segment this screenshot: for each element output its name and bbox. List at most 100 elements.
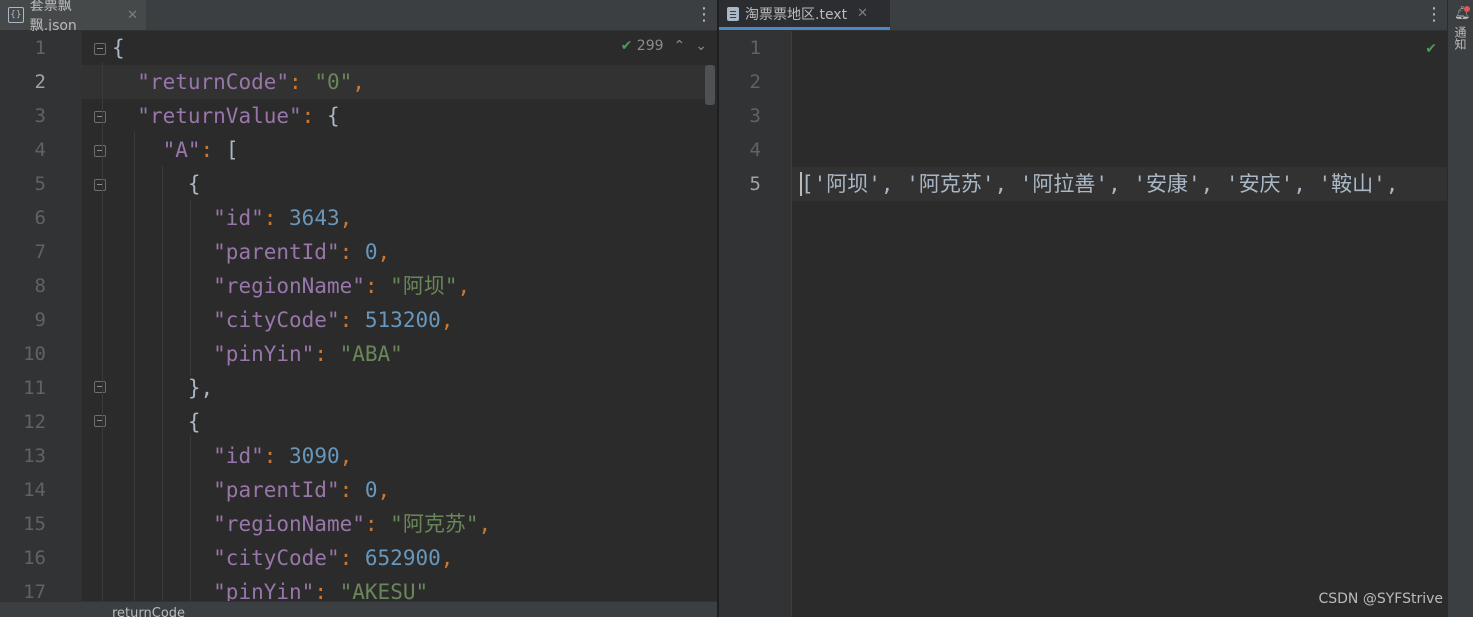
close-icon[interactable]: ✕ [127, 8, 138, 23]
line-number: 12 [23, 411, 46, 433]
json-key: "id" [213, 444, 264, 468]
line-number-current: 2 [34, 71, 46, 93]
code-line-15[interactable]: "regionName": "阿克苏", [112, 507, 491, 541]
code-line-6[interactable]: "id": 3643, [112, 201, 352, 235]
right-tab-bar: 淘票票地区.text ✕ ⋮ [719, 0, 1447, 31]
code-line-7[interactable]: "parentId": 0, [112, 235, 390, 269]
json-number: 0 [364, 240, 378, 264]
tab-json-file[interactable]: {} 套票飘飘.json ✕ [0, 0, 146, 34]
json-string: "阿坝" [390, 274, 458, 298]
json-key: "A" [162, 138, 201, 162]
fold-marker-icon[interactable] [94, 179, 106, 191]
code-line-13[interactable]: "id": 3090, [112, 439, 352, 473]
more-options-icon[interactable]: ⋮ [695, 4, 713, 26]
notifications-strip: 🔔︎ 通知 [1447, 0, 1473, 617]
code-line-9[interactable]: "cityCode": 513200, [112, 303, 453, 337]
line-number: 4 [749, 139, 761, 161]
json-number: 3643 [289, 206, 340, 230]
close-icon[interactable]: ✕ [857, 6, 868, 21]
chevron-up-icon[interactable]: ⌃ [674, 38, 686, 54]
line-number: 14 [23, 479, 46, 501]
line-number-current: 5 [749, 173, 761, 195]
line-number: 5 [34, 173, 46, 195]
brace: { [112, 36, 125, 60]
code-line-3[interactable]: "returnValue": { [112, 99, 340, 133]
code-line-8[interactable]: "regionName": "阿坝", [112, 269, 470, 303]
tab-label: 套票飘飘.json [29, 0, 77, 34]
vertical-scrollbar[interactable] [705, 65, 715, 105]
brace: { [187, 410, 201, 434]
json-key: "regionName" [213, 512, 365, 536]
code-line-10[interactable]: "pinYin": "ABA" [112, 337, 403, 371]
code-line-16[interactable]: "cityCode": 652900, [112, 541, 453, 575]
brace: }, [187, 376, 214, 400]
check-icon: ✔ [620, 38, 633, 54]
code-line-5[interactable]: { [112, 167, 201, 201]
line-number: 9 [34, 309, 46, 331]
fold-marker-icon[interactable] [94, 145, 106, 157]
code-line-1[interactable]: { [112, 31, 125, 65]
json-file-icon: {} [8, 7, 24, 23]
line-number: 8 [34, 275, 46, 297]
fold-marker-icon[interactable] [94, 381, 106, 393]
chevron-down-icon[interactable]: ⌄ [695, 38, 707, 54]
line-number: 3 [34, 105, 46, 127]
json-number: 3090 [289, 444, 340, 468]
fold-marker-icon[interactable] [94, 43, 106, 55]
line-number: 10 [23, 343, 46, 365]
json-number: 0 [364, 478, 378, 502]
brace: { [326, 104, 340, 128]
notifications-label[interactable]: 通知 [1453, 26, 1469, 50]
json-key: "parentId" [213, 240, 340, 264]
fold-marker-icon[interactable] [94, 111, 106, 123]
notification-dot [1464, 6, 1470, 12]
line-number: 13 [23, 445, 46, 467]
brace: { [187, 172, 201, 196]
text-editor-pane: 淘票票地区.text ✕ ⋮ 1 2 3 4 5 ['阿坝', '阿克苏', '… [719, 0, 1447, 617]
json-string: "0" [314, 70, 353, 94]
line-number: 11 [23, 377, 46, 399]
line-number: 1 [34, 37, 46, 59]
tab-text-file[interactable]: 淘票票地区.text ✕ [719, 0, 890, 30]
code-line-12[interactable]: { [112, 405, 201, 439]
line-number: 7 [34, 241, 46, 263]
code-line-2[interactable]: "returnCode": "0", [112, 65, 365, 99]
json-number: 652900 [364, 546, 441, 570]
line-number-gutter: 1 2 3 4 5 [719, 31, 792, 617]
line-number-gutter: 1 2 3 4 5 6 7 8 9 10 11 12 13 14 15 16 1… [0, 31, 82, 617]
json-number: 513200 [364, 308, 441, 332]
breadcrumb-bar: returnCode [0, 601, 717, 617]
line-number: 2 [749, 71, 761, 93]
check-icon[interactable]: ✔ [1425, 38, 1437, 57]
json-key: "regionName" [213, 274, 365, 298]
code-line-14[interactable]: "parentId": 0, [112, 473, 390, 507]
code-line-4[interactable]: "A": [ [112, 133, 239, 167]
json-key: "returnValue" [137, 104, 302, 128]
line-number: 15 [23, 513, 46, 535]
json-key: "parentId" [213, 478, 340, 502]
json-key: "returnCode" [137, 70, 290, 94]
breadcrumb[interactable]: returnCode [112, 606, 185, 617]
more-options-icon[interactable]: ⋮ [1425, 4, 1443, 26]
line-number: 1 [749, 37, 761, 59]
bracket: [ [225, 138, 239, 162]
watermark: CSDN @SYFStrive [1318, 591, 1443, 607]
line-number: 3 [749, 105, 761, 127]
line-number: 4 [34, 139, 46, 161]
code-line-11[interactable]: }, [112, 371, 213, 405]
json-key: "id" [213, 206, 264, 230]
json-string: "ABA" [339, 342, 403, 366]
inspection-status[interactable]: ✔ 299 [621, 38, 664, 54]
json-editor-pane: {} 套票飘飘.json ✕ ⋮ 1 2 3 4 5 6 7 8 9 10 11… [0, 0, 717, 617]
inspection-widget: ✔ 299 ⌃ ⌄ [621, 38, 707, 54]
json-string: "阿克苏" [390, 512, 479, 536]
text-file-icon [727, 6, 739, 21]
json-key: "cityCode" [213, 308, 340, 332]
code-line-5[interactable]: ['阿坝', '阿克苏', '阿拉善', '安康', '安庆', '鞍山', [801, 167, 1398, 201]
tab-label: 淘票票地区.text [745, 6, 848, 23]
indent-guide [102, 62, 103, 602]
fold-marker-icon[interactable] [94, 415, 106, 427]
json-key: "cityCode" [213, 546, 340, 570]
line-number: 6 [34, 207, 46, 229]
left-tab-bar: {} 套票飘飘.json ✕ ⋮ [0, 0, 717, 34]
